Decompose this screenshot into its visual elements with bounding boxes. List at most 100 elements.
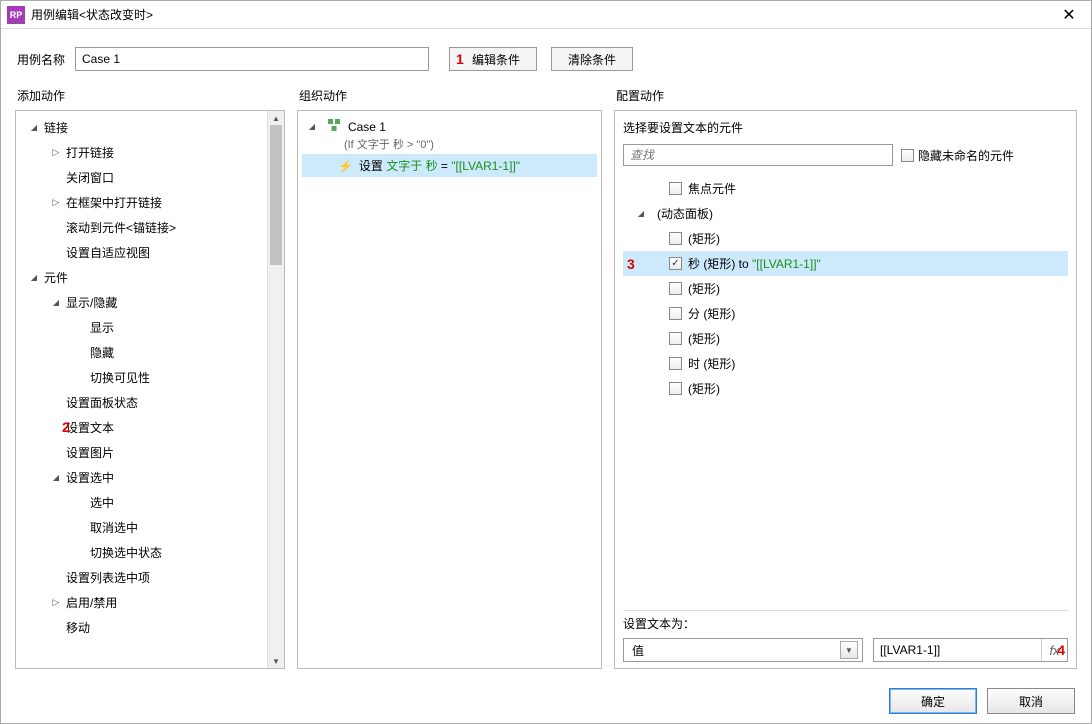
action-tree-item[interactable]: 元件: [16, 265, 267, 290]
action-tree-item[interactable]: 滚动到元件<锚链接>: [16, 215, 267, 240]
scroll-up-icon[interactable]: ▲: [268, 111, 284, 125]
expand-icon[interactable]: [50, 473, 62, 482]
action-tree-item[interactable]: 取消选中: [16, 515, 267, 540]
close-icon[interactable]: ✕: [1053, 1, 1085, 29]
dropdown-value: 值: [632, 642, 644, 659]
value-input[interactable]: [874, 639, 1041, 661]
tree-item-label: 设置自适应视图: [66, 244, 150, 261]
case-name-input[interactable]: [75, 47, 429, 71]
tree-item-label: 启用/禁用: [66, 594, 117, 611]
scrollbar[interactable]: ▲ ▼: [267, 111, 284, 668]
widget-tree-item[interactable]: (矩形): [623, 226, 1068, 251]
widget-tree-item[interactable]: (矩形): [623, 276, 1068, 301]
case-name-label: 用例名称: [17, 51, 65, 68]
action-tree-item[interactable]: 关闭窗口: [16, 165, 267, 190]
action-tree-item[interactable]: 移动: [16, 615, 267, 640]
hide-unnamed-label: 隐藏未命名的元件: [918, 147, 1014, 164]
action-tree-item[interactable]: 隐藏: [16, 340, 267, 365]
add-action-title: 添加动作: [15, 83, 285, 110]
widget-checkbox[interactable]: [669, 282, 682, 295]
expand-icon[interactable]: [28, 123, 40, 132]
action-tree-item[interactable]: 显示: [16, 315, 267, 340]
edit-condition-button[interactable]: 1 编辑条件: [449, 47, 537, 71]
hide-unnamed-group[interactable]: 隐藏未命名的元件: [901, 147, 1014, 164]
widget-tree-item[interactable]: (矩形): [623, 326, 1068, 351]
action-tree-item[interactable]: 设置列表选中项: [16, 565, 267, 590]
set-text-label: 设置文本为：: [623, 615, 1068, 632]
configure-action-column: 配置动作 选择要设置文本的元件 隐藏未命名的元件 焦点元件(动态面板)(矩形)3…: [614, 83, 1077, 669]
expand-icon[interactable]: [50, 597, 62, 608]
widget-tree-item[interactable]: 3秒 (矩形) to "[[LVAR1-1]]": [623, 251, 1068, 276]
widget-tree[interactable]: 焦点元件(动态面板)(矩形)3秒 (矩形) to "[[LVAR1-1]]"(矩…: [623, 172, 1068, 604]
action-tree[interactable]: 链接打开链接关闭窗口在框架中打开链接滚动到元件<锚链接> 设置自适应视图元件显示/…: [16, 111, 267, 668]
hide-unnamed-checkbox[interactable]: [901, 149, 914, 162]
tree-item-label: 设置文本: [66, 419, 114, 436]
widget-label: 秒 (矩形) to "[[LVAR1-1]]": [688, 255, 821, 272]
action-tree-item[interactable]: 设置面板状态: [16, 390, 267, 415]
case-row[interactable]: Case 1: [302, 117, 597, 136]
action-tree-item[interactable]: 设置选中: [16, 465, 267, 490]
action-tree-item[interactable]: 切换选中状态: [16, 540, 267, 565]
action-tree-item[interactable]: 2设置文本: [16, 415, 267, 440]
tree-item-label: 选中: [90, 494, 114, 511]
scroll-thumb[interactable]: [270, 125, 282, 265]
expand-icon[interactable]: [28, 273, 40, 282]
expand-icon[interactable]: [50, 298, 62, 307]
expand-icon[interactable]: [635, 209, 647, 218]
action-tree-item[interactable]: 选中: [16, 490, 267, 515]
widget-checkbox[interactable]: [669, 182, 682, 195]
widget-tree-item[interactable]: 分 (矩形): [623, 301, 1068, 326]
tree-item-label: 打开链接: [66, 144, 114, 161]
widget-label: (矩形): [688, 230, 720, 247]
widget-checkbox[interactable]: [669, 232, 682, 245]
expand-icon[interactable]: [50, 197, 62, 208]
expand-icon[interactable]: [306, 122, 318, 131]
widget-tree-item[interactable]: (动态面板): [623, 201, 1068, 226]
action-row[interactable]: ⚡ 设置 文字于 秒 = "[[LVAR1-1]]": [302, 154, 597, 177]
ok-button[interactable]: 确定: [889, 688, 977, 714]
action-tree-item[interactable]: 启用/禁用: [16, 590, 267, 615]
case-condition: (If 文字于 秒 > "0"): [302, 136, 597, 152]
widget-checkbox[interactable]: [669, 257, 682, 270]
action-tree-item[interactable]: 切换可见性: [16, 365, 267, 390]
search-input[interactable]: [623, 144, 893, 166]
action-tree-item[interactable]: 在框架中打开链接: [16, 190, 267, 215]
case-icon: [328, 119, 342, 134]
action-tree-item[interactable]: 显示/隐藏: [16, 290, 267, 315]
cancel-button[interactable]: 取消: [987, 688, 1075, 714]
scroll-down-icon[interactable]: ▼: [268, 654, 284, 668]
widget-checkbox[interactable]: [669, 357, 682, 370]
action-tree-item[interactable]: 设置自适应视图: [16, 240, 267, 265]
tree-item-label: 切换选中状态: [90, 544, 162, 561]
widget-checkbox[interactable]: [669, 332, 682, 345]
widget-label: (矩形): [688, 330, 720, 347]
action-tree-item[interactable]: 打开链接: [16, 140, 267, 165]
chevron-down-icon[interactable]: ▼: [840, 641, 858, 659]
tree-item-label: 移动: [66, 619, 90, 636]
widget-label: 焦点元件: [688, 180, 736, 197]
widget-tree-item[interactable]: 焦点元件: [623, 176, 1068, 201]
expand-icon[interactable]: [50, 147, 62, 158]
configure-action-panel: 选择要设置文本的元件 隐藏未命名的元件 焦点元件(动态面板)(矩形)3秒 (矩形…: [614, 110, 1077, 669]
action-tree-item[interactable]: 设置图片: [16, 440, 267, 465]
clear-condition-button[interactable]: 清除条件: [551, 47, 633, 71]
widget-checkbox[interactable]: [669, 307, 682, 320]
set-text-type-dropdown[interactable]: 值 ▼: [623, 638, 863, 662]
organize-action-column: 组织动作 Case 1 (If 文字于 秒 > "0") ⚡ 设置 文字于 秒 …: [297, 83, 602, 669]
fx-button[interactable]: fx: [1041, 639, 1067, 661]
tree-item-label: 设置选中: [66, 469, 114, 486]
tree-item-label: 设置列表选中项: [66, 569, 150, 586]
action-tree-item[interactable]: 链接: [16, 115, 267, 140]
titlebar: RP 用例编辑<状态改变时> ✕: [1, 1, 1091, 29]
widget-checkbox[interactable]: [669, 382, 682, 395]
widget-label: 时 (矩形): [688, 355, 735, 372]
widget-tree-item[interactable]: (矩形): [623, 376, 1068, 401]
annotation-2: 2: [62, 419, 70, 435]
action-text: 设置 文字于 秒 = "[[LVAR1-1]]": [359, 157, 520, 174]
tree-item-label: 链接: [44, 119, 68, 136]
bolt-icon: ⚡: [338, 159, 353, 173]
widget-label: (矩形): [688, 380, 720, 397]
widget-tree-item[interactable]: 时 (矩形): [623, 351, 1068, 376]
widget-label: (动态面板): [657, 205, 713, 222]
tree-item-label: 在框架中打开链接: [66, 194, 162, 211]
